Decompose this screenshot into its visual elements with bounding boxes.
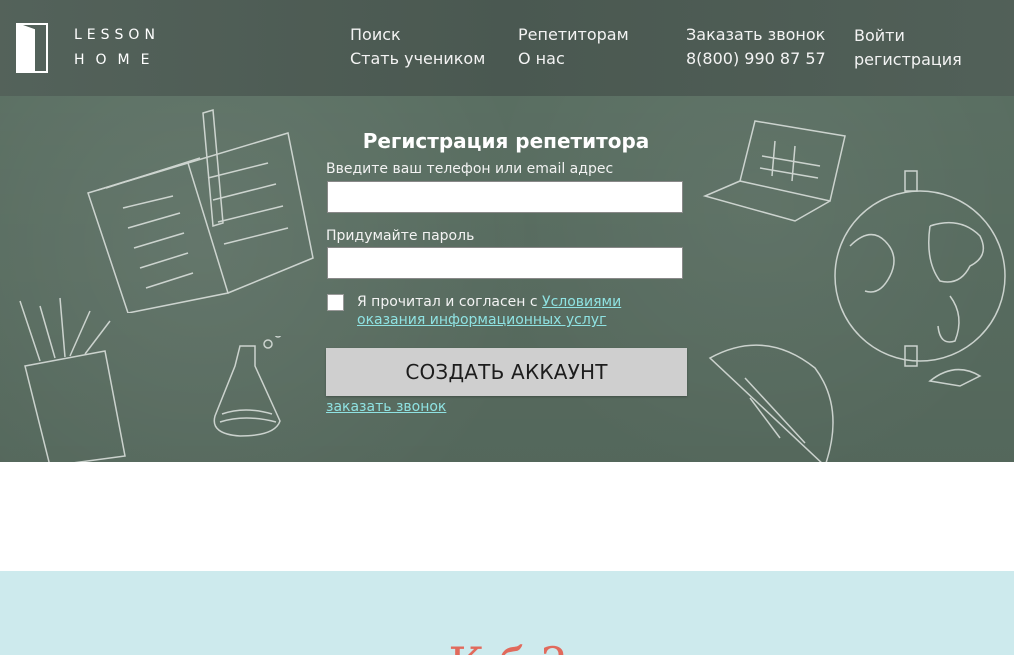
notebook-doodle-icon: [87, 109, 314, 313]
logo[interactable]: LESSON HOME: [14, 22, 155, 74]
terms-prefix: Я прочитал и согласен с: [357, 294, 543, 310]
terms-checkbox[interactable]: [327, 294, 344, 311]
nav-become-student[interactable]: Стать учеником: [350, 49, 485, 68]
create-account-button[interactable]: СОЗДАТЬ АККАУНТ: [326, 348, 687, 396]
nav-register[interactable]: регистрация: [854, 50, 962, 69]
form-title: Регистрация репетитора: [362, 129, 650, 153]
logo-text-home: HOME: [74, 52, 161, 68]
contact-input[interactable]: [327, 181, 683, 213]
password-input[interactable]: [327, 247, 683, 279]
nav-login[interactable]: Войти: [854, 26, 905, 45]
password-label: Придумайте пароль: [326, 228, 475, 244]
nav-for-tutors[interactable]: Репетиторам: [518, 25, 629, 44]
nav-about[interactable]: О нас: [518, 49, 565, 68]
nav-phone[interactable]: 8(800) 990 87 57: [686, 49, 826, 68]
flask-doodle-icon: [213, 336, 282, 437]
logo-door-icon: [16, 23, 48, 73]
nav-search[interactable]: Поиск: [350, 25, 401, 44]
next-section-heading: К б ?: [0, 638, 1014, 655]
logo-text-lesson: LESSON: [74, 27, 160, 43]
protractor-doodle-icon: [708, 344, 834, 462]
order-call-link[interactable]: заказать звонок: [326, 399, 446, 415]
laptop-doodle-icon: [702, 120, 846, 222]
nav-order-call[interactable]: Заказать звонок: [686, 25, 825, 44]
site-header: LESSON HOME Поиск Стать учеником Репетит…: [0, 0, 1014, 96]
contact-label: Введите ваш телефон или email адрес: [326, 161, 614, 177]
terms-agreement: Я прочитал и согласен с Условиями оказан…: [357, 293, 687, 329]
pencil-cup-doodle-icon: [19, 297, 126, 462]
globe-doodle-icon: [834, 170, 1006, 387]
